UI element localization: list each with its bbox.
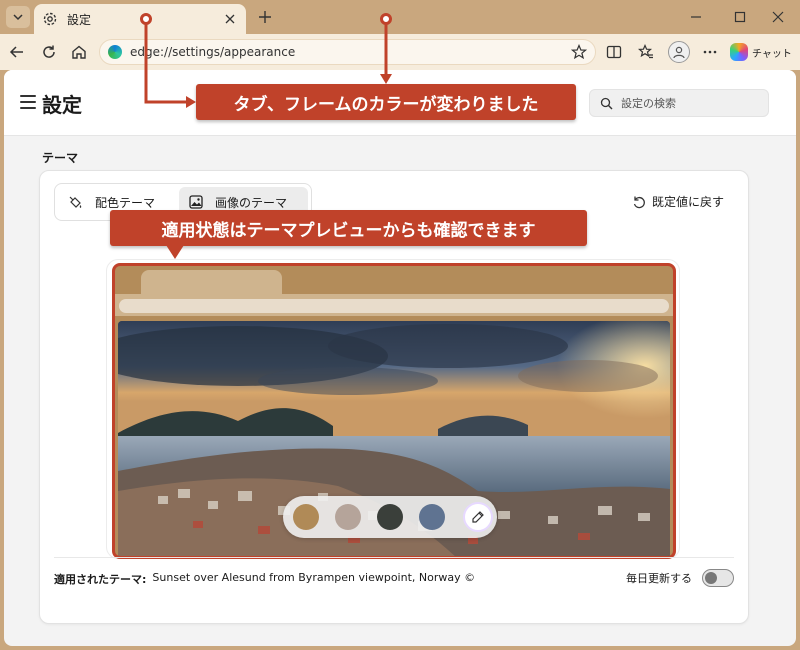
annotation-callout-pointer [166, 245, 184, 259]
annotation-marker-tab [140, 13, 152, 25]
annotation-callout-tab-frame: タブ、フレームのカラーが変わりました [196, 84, 576, 120]
annotation-marker-frame [380, 13, 392, 25]
annotation-callout-preview: 適用状態はテーマプレビューからも確認できます [110, 210, 587, 246]
